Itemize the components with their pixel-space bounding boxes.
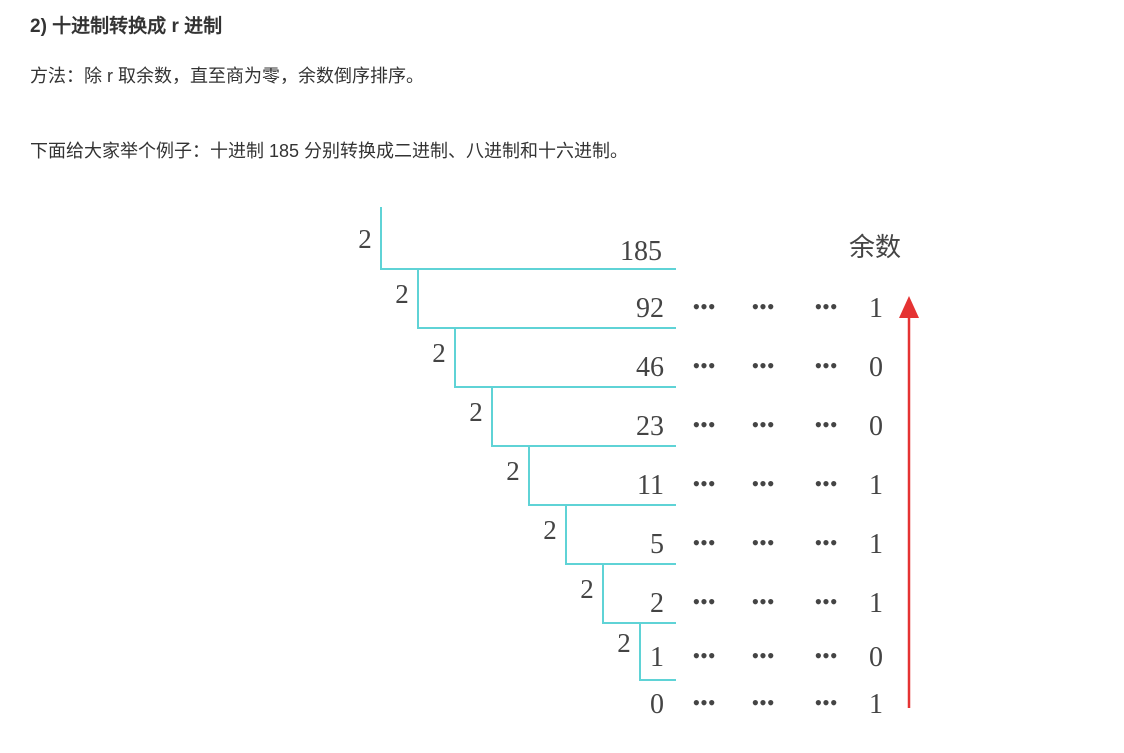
remainder-label: 0: [869, 642, 883, 673]
division-labels: 22222222185 余数92 ••• ••• ••• 146 ••• ••• ••• 023 •…: [358, 224, 901, 720]
division-bracket: [602, 564, 676, 624]
dots-separator: •••: [692, 589, 715, 614]
quotient-label: 23: [636, 411, 664, 442]
dots-separator: •••: [814, 530, 837, 555]
remainder-header: 余数: [849, 233, 901, 263]
dots-separator: •••: [751, 471, 774, 496]
dots-separator: •••: [814, 589, 837, 614]
dots-separator: •••: [692, 353, 715, 378]
dots-separator: •••: [814, 643, 837, 668]
quotient-label: 92: [636, 293, 664, 324]
reading-order-arrow: [899, 296, 919, 708]
dots-separator: •••: [751, 412, 774, 437]
quotient-label: 1: [650, 642, 664, 673]
divisor-label: 2: [506, 456, 520, 486]
dividend-label: 185: [620, 236, 662, 267]
remainder-label: 1: [869, 470, 883, 501]
dots-separator: •••: [692, 412, 715, 437]
divisor-label: 2: [395, 279, 409, 309]
dots-separator: •••: [814, 471, 837, 496]
dots-separator: •••: [751, 353, 774, 378]
remainder-label: 1: [869, 293, 883, 324]
quotient-label: 11: [637, 470, 664, 501]
divisor-label: 2: [432, 338, 446, 368]
quotient-label: 2: [650, 588, 664, 619]
article: 2) 十进制转换成 r 进制 方法：除 r 取余数，直至商为零，余数倒序排序。 …: [0, 0, 1124, 753]
dots-separator: •••: [814, 690, 837, 715]
division-brackets: [380, 207, 676, 681]
divisor-label: 2: [358, 224, 372, 254]
dots-separator: •••: [751, 643, 774, 668]
dots-separator: •••: [692, 471, 715, 496]
dots-separator: •••: [814, 294, 837, 319]
dots-separator: •••: [692, 294, 715, 319]
quotient-label: 46: [636, 352, 664, 383]
divisor-label: 2: [617, 628, 631, 658]
remainder-label: 1: [869, 588, 883, 619]
dots-separator: •••: [692, 690, 715, 715]
dots-separator: •••: [751, 294, 774, 319]
quotient-label: 5: [650, 529, 664, 560]
remainder-label: 0: [869, 411, 883, 442]
remainder-label: 1: [869, 529, 883, 560]
remainder-label: 0: [869, 352, 883, 383]
divisor-label: 2: [469, 397, 483, 427]
dots-separator: •••: [814, 412, 837, 437]
dots-separator: •••: [751, 530, 774, 555]
arrow-head: [899, 296, 919, 318]
divisor-label: 2: [543, 515, 557, 545]
division-diagram: 22222222185 余数92 ••• ••• ••• 146 ••• ••• ••• 023 •…: [358, 207, 919, 720]
dots-separator: •••: [692, 530, 715, 555]
remainder-label: 1: [869, 689, 883, 720]
dots-separator: •••: [692, 643, 715, 668]
divisor-label: 2: [580, 574, 594, 604]
dots-separator: •••: [751, 589, 774, 614]
quotient-label: 0: [650, 689, 664, 720]
dots-separator: •••: [814, 353, 837, 378]
dots-separator: •••: [751, 690, 774, 715]
